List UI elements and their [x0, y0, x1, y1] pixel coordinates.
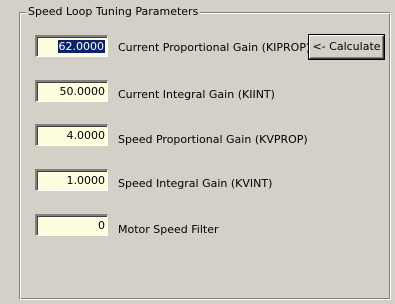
kvprop-field[interactable]: 4.0000 [35, 124, 108, 146]
kiint-label: Current Integral Gain (KIINT) [118, 88, 275, 101]
groupbox-title: Speed Loop Tuning Parameters [26, 5, 201, 19]
kiint-field[interactable]: 50.0000 [35, 80, 108, 102]
kiprop-field[interactable]: 62.0000 [35, 35, 108, 57]
kvint-label: Speed Integral Gain (KVINT) [118, 177, 273, 190]
kvint-field[interactable]: 1.0000 [35, 169, 108, 191]
kiprop-value: 62.0000 [57, 40, 105, 53]
kiprop-label: Current Proportional Gain (KIPROP) [118, 41, 311, 54]
kvprop-label: Speed Proportional Gain (KVPROP) [118, 133, 308, 146]
motor-speed-filter-field[interactable]: 0 [35, 214, 108, 236]
motor-speed-filter-label: Motor Speed Filter [118, 223, 219, 236]
calculate-button[interactable]: <- Calculate [309, 35, 384, 59]
